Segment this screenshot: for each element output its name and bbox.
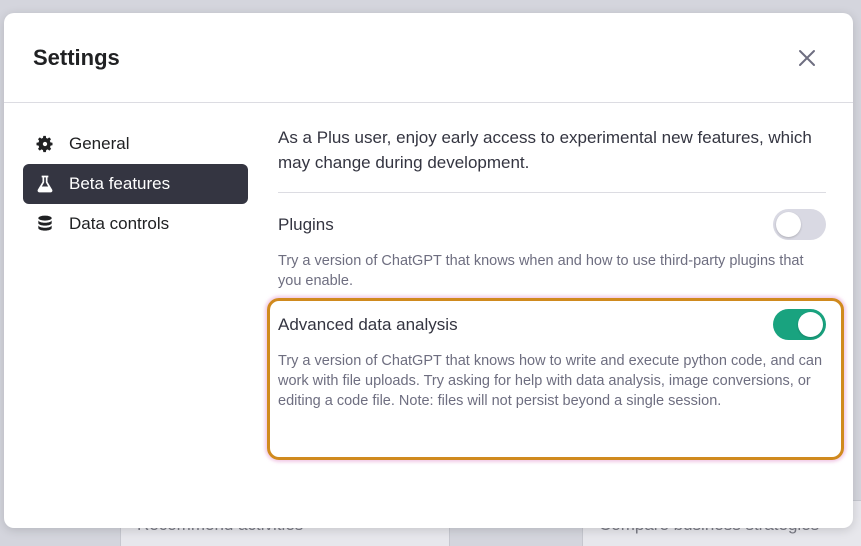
close-button[interactable] [795,46,819,70]
modal-title: Settings [33,44,120,70]
modal-body: General Beta features Data controls As a… [4,103,853,460]
sidebar-item-general[interactable]: General [23,124,248,164]
advanced-data-analysis-feature: Advanced data analysis Try a version of … [267,298,844,460]
settings-modal: Settings General Beta features Data cont… [4,13,853,528]
feature-name: Plugins [278,214,334,234]
close-icon [799,49,815,66]
sidebar-item-label: Data controls [69,214,170,233]
feature-row: Plugins [278,209,826,240]
plugins-feature: Plugins Try a version of ChatGPT that kn… [278,209,826,291]
sidebar-item-data-controls[interactable]: Data controls [23,204,248,244]
intro-text: As a Plus user, enjoy early access to ex… [278,125,826,193]
settings-sidebar: General Beta features Data controls [4,103,266,411]
flask-icon [34,173,56,195]
beta-features-panel: As a Plus user, enjoy early access to ex… [266,103,853,460]
feature-row: Advanced data analysis [278,309,826,340]
database-icon [34,213,56,235]
advanced-data-analysis-toggle[interactable] [773,309,826,340]
feature-description: Try a version of ChatGPT that knows when… [278,253,804,289]
feature-description: Try a version of ChatGPT that knows how … [278,353,823,409]
sidebar-item-beta-features[interactable]: Beta features [23,164,248,204]
feature-name: Advanced data analysis [278,314,458,334]
sidebar-item-label: Beta features [69,174,171,193]
gear-icon [34,133,56,155]
toggle-knob [776,212,801,237]
plugins-toggle[interactable] [773,209,826,240]
sidebar-item-label: General [69,134,130,153]
modal-header: Settings [4,13,853,103]
toggle-knob [798,312,823,337]
